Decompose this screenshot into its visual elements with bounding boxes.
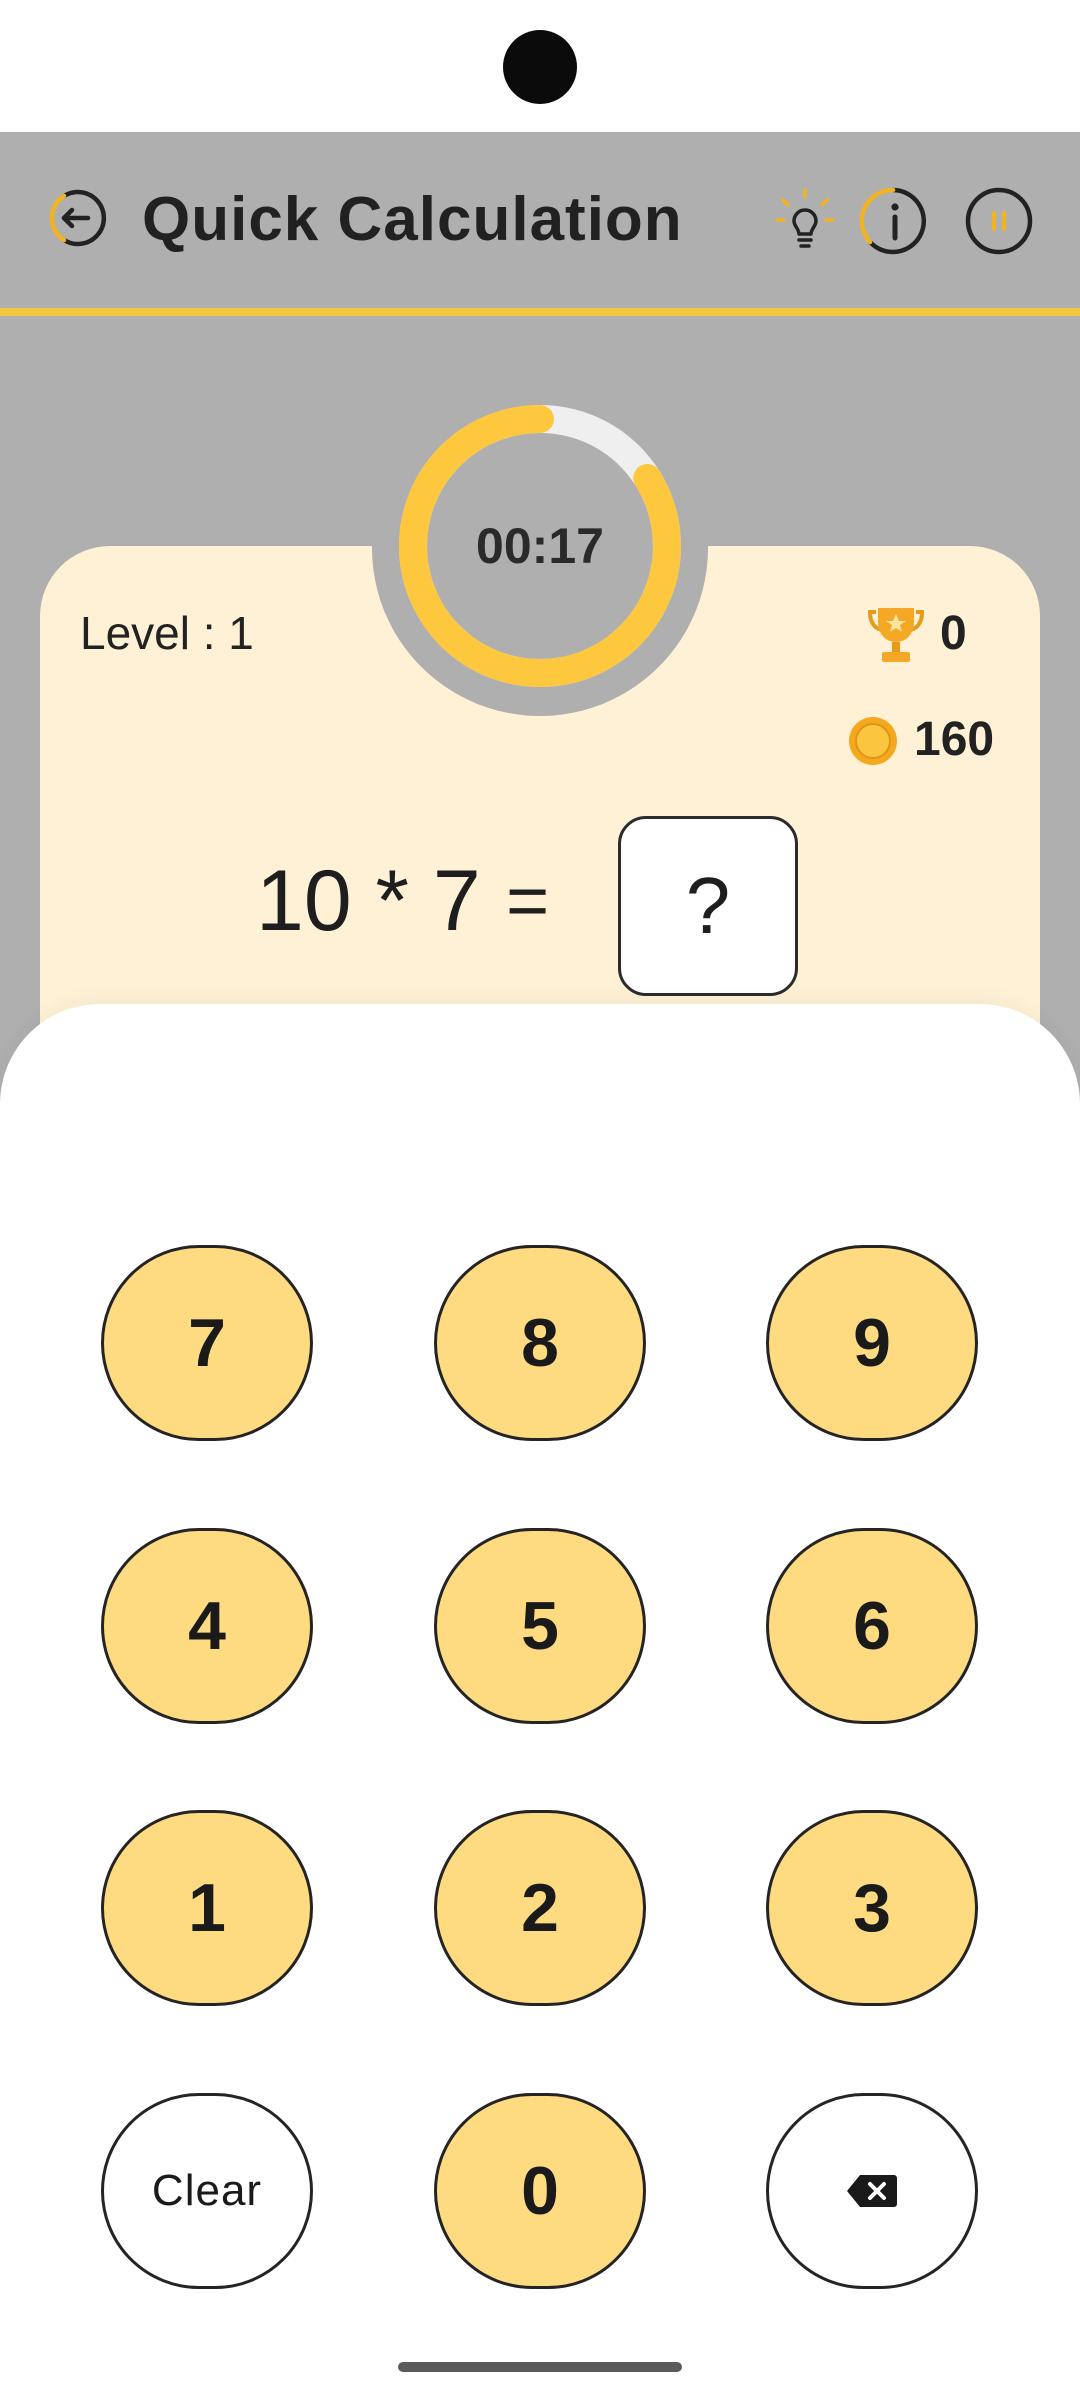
answer-box[interactable]: ? <box>618 816 798 996</box>
status-bar <box>0 0 1080 132</box>
trophy-count: 0 <box>940 607 967 660</box>
key-7[interactable]: 7 <box>101 1245 313 1441</box>
coin-count: 160 <box>914 713 995 766</box>
key-8[interactable]: 8 <box>434 1245 646 1441</box>
app-screen: Quick Calculation 00:17 Level: 1 0 160 … <box>0 0 1080 2400</box>
info-button[interactable] <box>858 186 928 256</box>
lightbulb-icon <box>775 188 835 248</box>
key-5[interactable]: 5 <box>434 1528 646 1724</box>
page-title: Quick Calculation <box>142 185 683 254</box>
key-3[interactable]: 3 <box>766 1810 978 2006</box>
pause-icon <box>965 187 1033 255</box>
back-button[interactable] <box>44 186 108 250</box>
timer-text: 00:17 <box>476 518 604 574</box>
camera-cutout <box>503 30 577 104</box>
pause-button[interactable] <box>964 186 1034 256</box>
app-bar: Quick Calculation <box>0 132 1080 316</box>
backspace-button[interactable] <box>766 2093 978 2289</box>
hint-button[interactable] <box>775 188 835 254</box>
key-2[interactable]: 2 <box>434 1810 646 2006</box>
key-4[interactable]: 4 <box>101 1528 313 1724</box>
key-1[interactable]: 1 <box>101 1810 313 2006</box>
equals-sign: = <box>506 859 550 942</box>
home-indicator[interactable] <box>398 2362 682 2372</box>
backspace-icon <box>847 2175 897 2207</box>
back-arrow-icon <box>49 189 107 247</box>
info-icon <box>859 187 927 255</box>
key-9[interactable]: 9 <box>766 1245 978 1441</box>
coin-icon <box>849 717 897 765</box>
level-label: Level : 1 <box>80 607 254 659</box>
equation-text: 10 * 7 <box>256 853 481 949</box>
key-0[interactable]: 0 <box>434 2093 646 2289</box>
key-6[interactable]: 6 <box>766 1528 978 1724</box>
trophy-icon <box>868 608 924 662</box>
clear-button[interactable]: Clear <box>101 2093 313 2289</box>
